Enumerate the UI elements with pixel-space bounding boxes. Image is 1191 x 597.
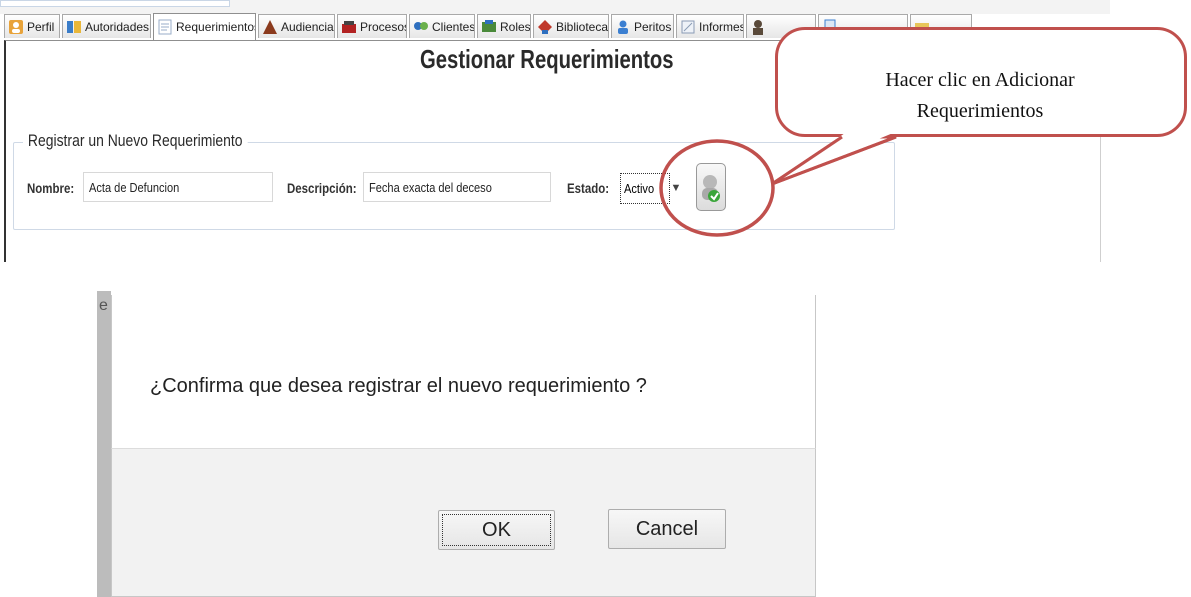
dialog-backdrop-strip: e [97,291,111,597]
callout-text: Hacer clic en Adicionar Requerimientos [800,65,1160,127]
backdrop-text-fragment: e [99,297,108,314]
callout-line-1: Hacer clic en Adicionar [885,69,1075,91]
dialog-body: ¿Confirma que desea registrar el nuevo r… [111,295,816,448]
cancel-button[interactable]: Cancel [608,509,726,549]
dialog-message: ¿Confirma que desea registrar el nuevo r… [150,375,647,397]
callout-line-2: Requerimientos [916,100,1044,122]
ok-button[interactable]: OK [438,510,555,550]
callout-pointer [771,135,897,186]
highlight-ellipse [659,139,775,237]
dialog-footer: OK Cancel [111,448,816,597]
confirm-dialog: ¿Confirma que desea registrar el nuevo r… [111,295,816,597]
